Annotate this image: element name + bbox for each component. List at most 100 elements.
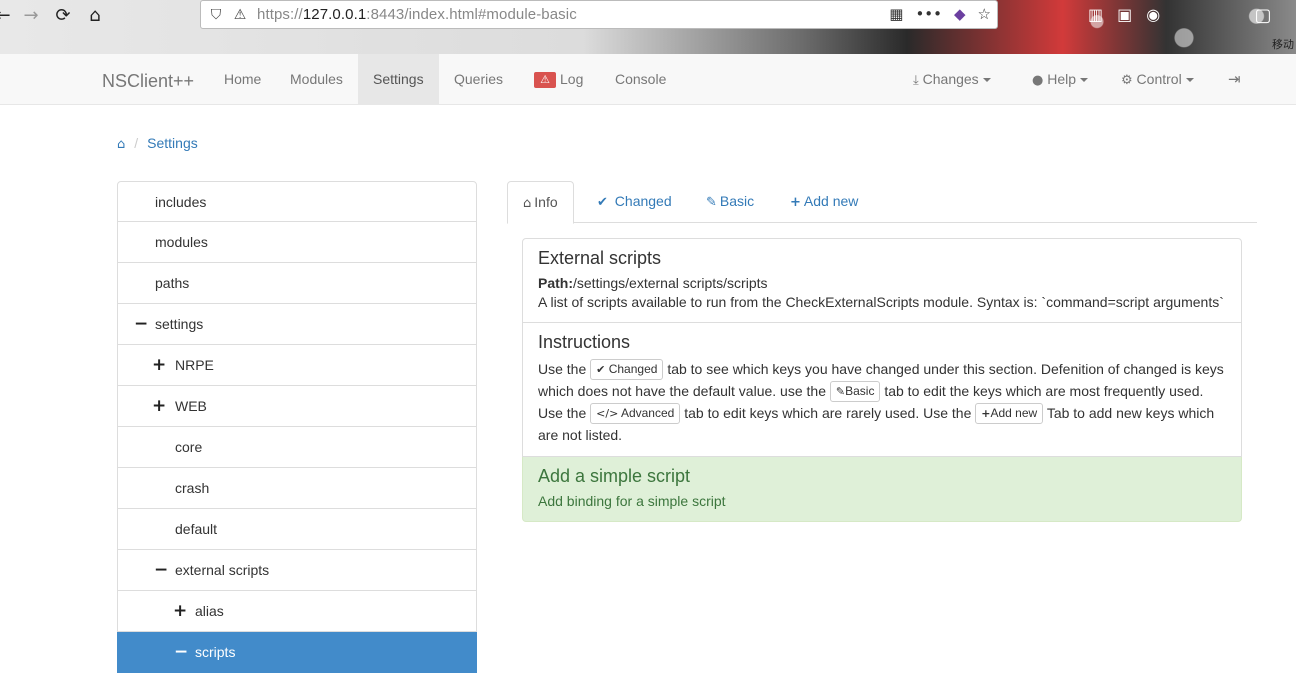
section-description: A list of scripts available to run from … xyxy=(538,294,1224,310)
url-text[interactable]: https://127.0.0.1:8443/index.html#module… xyxy=(257,6,577,23)
nav-queries[interactable]: Queries xyxy=(439,54,518,105)
tab-info[interactable]: ⌂ Info xyxy=(507,181,574,224)
collapse-icon[interactable]: − xyxy=(154,560,168,580)
tree-item-label: scripts xyxy=(195,644,236,660)
tree-item-default[interactable]: default xyxy=(117,509,477,550)
add-new-key-hint: +Add new xyxy=(975,403,1044,424)
sidebar-icon[interactable]: ▣ xyxy=(1117,5,1132,24)
code-icon: </> xyxy=(596,407,619,420)
nav-console[interactable]: Console xyxy=(600,54,681,105)
library-icon[interactable]: ▥ xyxy=(1088,5,1103,24)
tree-item-label: WEB xyxy=(175,398,207,414)
tree-item-core[interactable]: core xyxy=(117,427,477,468)
caret-down-icon xyxy=(1185,78,1194,83)
insecure-lock-icon[interactable]: ⚠ xyxy=(231,7,249,23)
nav-home[interactable]: Home xyxy=(209,54,276,105)
mobile-bookmarks-label[interactable]: 移动 xyxy=(1272,36,1294,52)
expand-icon[interactable]: + xyxy=(152,396,166,416)
hint-label: Advanced xyxy=(620,406,675,420)
home-icon[interactable]: ⌂ xyxy=(84,4,106,26)
tab-add-new[interactable]: + Add new xyxy=(775,181,873,223)
advanced-key-hint: </> Advanced xyxy=(590,403,681,424)
bookmark-star-icon[interactable]: ☆ xyxy=(978,5,991,23)
tree-item-label: modules xyxy=(155,234,208,250)
qr-code-icon[interactable]: ▦ xyxy=(889,5,903,23)
tab-basic[interactable]: ✎ Basic xyxy=(691,181,769,223)
changed-key-hint: ✔ Changed xyxy=(590,359,664,380)
control-label: Control xyxy=(1136,71,1182,87)
breadcrumb-separator: / xyxy=(134,135,139,151)
forward-icon[interactable]: → xyxy=(20,4,42,26)
control-dropdown[interactable]: ⚙ Control xyxy=(1121,54,1194,105)
tab-label: Add new xyxy=(803,193,859,209)
section-tabs: ⌂ Info ✔ Changed ✎ Basic + Add new xyxy=(507,181,1257,224)
tree-item-settings[interactable]: − settings xyxy=(117,304,477,345)
path-value: /settings/external scripts/scripts xyxy=(573,275,768,291)
tree-item-label: paths xyxy=(155,275,190,291)
section-path: Path:/settings/external scripts/scripts xyxy=(538,274,1226,293)
tab-changed[interactable]: ✔ Changed xyxy=(582,181,687,223)
back-icon[interactable]: ← xyxy=(0,4,14,26)
hint-label: Add new xyxy=(990,406,1038,420)
collapse-icon[interactable]: − xyxy=(174,642,188,662)
window-icon[interactable]: ▢ xyxy=(1252,4,1274,26)
tree-item-label: external scripts xyxy=(175,562,270,578)
settings-tree: includes modules paths − settings + NRPE +… xyxy=(117,181,477,673)
extension-icon[interactable]: ◆ xyxy=(954,5,966,23)
section-title: External scripts xyxy=(538,248,662,268)
add-script-title[interactable]: Add a simple script xyxy=(538,466,1226,487)
nav-log-label: Log xyxy=(560,71,584,87)
more-actions-icon[interactable]: ••• xyxy=(915,5,942,23)
account-icon[interactable]: ◉ xyxy=(1146,5,1160,24)
logout-icon[interactable]: ⇥ xyxy=(1228,54,1241,105)
tree-item-includes[interactable]: includes xyxy=(117,181,477,222)
basic-key-hint: ✎Basic xyxy=(829,381,881,402)
instructions-title: Instructions xyxy=(538,332,631,352)
tree-item-label: NRPE xyxy=(175,357,214,373)
nav-settings[interactable]: Settings xyxy=(358,54,439,105)
caret-down-icon xyxy=(1080,78,1089,83)
tree-item-scripts[interactable]: − scripts xyxy=(117,632,477,673)
tree-item-alias[interactable]: + alias xyxy=(117,591,477,632)
tree-item-label: default xyxy=(175,521,218,537)
hint-label: Changed xyxy=(608,362,658,376)
instructions-text-part: Use the xyxy=(538,361,587,377)
browser-toolbar: ← → ⟳ ⌂ ⛉ ⚠ https://127.0.0.1:8443/index… xyxy=(0,0,1296,54)
tree-item-crash[interactable]: crash xyxy=(117,468,477,509)
collapse-icon[interactable]: − xyxy=(134,314,148,334)
expand-icon[interactable]: + xyxy=(173,601,187,621)
tree-item-external-scripts[interactable]: − external scripts xyxy=(117,550,477,591)
check-icon: ✔ xyxy=(596,363,606,376)
tree-item-modules[interactable]: modules xyxy=(117,222,477,263)
tree-item-label: core xyxy=(175,439,203,455)
section-info-panel: External scripts Path:/settings/external… xyxy=(522,238,1242,323)
changes-dropdown[interactable]: ⤓ Changes xyxy=(913,54,991,105)
cog-icon: ⚙ xyxy=(1121,73,1133,88)
tree-item-label: crash xyxy=(175,480,210,496)
nav-modules[interactable]: Modules xyxy=(275,54,358,105)
brand[interactable]: NSClient++ xyxy=(102,71,194,92)
warning-icon: ⚠ xyxy=(534,72,556,88)
plus-icon: + xyxy=(790,195,801,210)
check-icon: ✔ xyxy=(597,195,608,210)
instructions-text-part: tab to edit keys which are rarely used. … xyxy=(684,405,972,421)
hint-label: Basic xyxy=(845,384,875,398)
address-bar[interactable]: ⛉ ⚠ https://127.0.0.1:8443/index.html#mo… xyxy=(200,0,998,29)
tab-label: Basic xyxy=(719,193,755,209)
info-panels: External scripts Path:/settings/external… xyxy=(522,238,1242,522)
add-simple-script-panel[interactable]: Add a simple script Add binding for a si… xyxy=(522,457,1242,522)
home-icon: ⌂ xyxy=(523,196,532,211)
help-dropdown[interactable]: ● Help xyxy=(1032,54,1089,105)
tree-item-nrpe[interactable]: + NRPE xyxy=(117,345,477,386)
globe-icon: ● xyxy=(1032,73,1044,88)
home-icon[interactable]: ⌂ xyxy=(117,137,125,152)
caret-down-icon xyxy=(982,78,991,83)
tree-item-paths[interactable]: paths xyxy=(117,263,477,304)
pencil-icon: ✎ xyxy=(835,385,846,398)
tab-label: Info xyxy=(534,194,558,210)
tree-item-web[interactable]: + WEB xyxy=(117,386,477,427)
breadcrumb-current[interactable]: Settings xyxy=(147,135,198,151)
nav-log[interactable]: ⚠ Log xyxy=(519,54,598,105)
expand-icon[interactable]: + xyxy=(152,355,166,375)
reload-icon[interactable]: ⟳ xyxy=(52,4,74,26)
